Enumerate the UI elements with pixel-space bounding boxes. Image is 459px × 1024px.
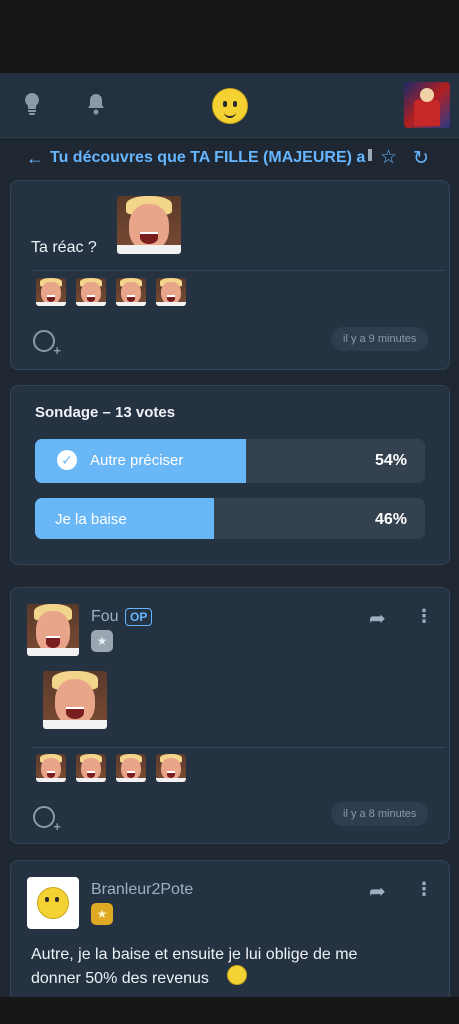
lightbulb-icon[interactable] (20, 91, 48, 119)
topic-title[interactable]: Tu découvres que TA FILLE (MAJEURE) a (50, 149, 365, 167)
app-logo-mascot[interactable] (212, 88, 248, 124)
divider (31, 270, 445, 271)
username[interactable]: Branleur2Pote (91, 881, 193, 899)
smiley-sticker-icon (227, 965, 247, 985)
post-time: il y a 9 minutes (331, 327, 429, 351)
reaction-sticker[interactable] (156, 754, 186, 782)
reaction-sticker[interactable] (36, 754, 66, 782)
reaction-sticker[interactable] (116, 754, 146, 782)
reply-card-1: Fou OP ★ ➦ ⋮ il y a 8 minutes (10, 587, 450, 844)
poll-option-1-percent: 54% (374, 452, 407, 469)
first-post-card: Ta réac ? il y a 9 minutes (10, 180, 450, 370)
reaction-sticker[interactable] (76, 754, 106, 782)
reply-card-2: Branleur2Pote ★ ➦ ⋮ Autre, je la baise e… (10, 860, 450, 1012)
reaction-sticker[interactable] (156, 278, 186, 306)
check-icon: ✓ (57, 450, 77, 470)
reaction-sticker[interactable] (36, 278, 66, 306)
reaction-sticker[interactable] (76, 278, 106, 306)
sticker-image (43, 671, 107, 729)
post-text: Ta réac ? (31, 239, 97, 256)
op-badge: OP (125, 608, 153, 626)
system-status-bar (0, 0, 459, 73)
username[interactable]: Fou (91, 608, 119, 626)
bell-icon[interactable] (84, 91, 112, 119)
more-options-icon[interactable]: ⋮ (415, 879, 433, 900)
user-avatar[interactable] (27, 604, 79, 656)
reaction-sticker[interactable] (116, 278, 146, 306)
poll-title: Sondage – 13 votes (35, 404, 176, 421)
title-truncation-mark (368, 149, 372, 161)
poll-option-1-label: Autre préciser (90, 452, 184, 469)
poll-option-2-label: Je la baise (55, 511, 127, 528)
top-app-bar (0, 73, 459, 138)
back-arrow-icon[interactable]: ← (26, 148, 44, 169)
add-reaction-icon[interactable] (33, 330, 61, 358)
post-time: il y a 8 minutes (331, 802, 429, 826)
poll-card: Sondage – 13 votes ✓ Autre préciser 54% … (10, 385, 450, 565)
user-avatar[interactable] (404, 82, 450, 128)
poll-option-2[interactable]: Je la baise 46% (35, 498, 425, 539)
share-icon[interactable]: ➦ (369, 606, 386, 631)
user-avatar[interactable] (27, 877, 79, 929)
refresh-icon[interactable]: ↻ (413, 147, 429, 170)
share-icon[interactable]: ➦ (369, 879, 386, 904)
poll-option-1[interactable]: ✓ Autre préciser 54% (35, 439, 425, 483)
rank-star-icon: ★ (91, 630, 113, 652)
add-reaction-icon[interactable] (33, 806, 61, 834)
divider (31, 747, 445, 748)
post-text: Autre, je la baise et ensuite je lui obl… (31, 946, 358, 987)
topic-header: ← Tu découvres que TA FILLE (MAJEURE) a … (0, 138, 459, 178)
star-icon[interactable]: ☆ (380, 146, 397, 169)
rank-star-icon: ★ (91, 903, 113, 925)
system-nav-bar (0, 997, 459, 1024)
sticker-image (117, 196, 181, 254)
more-options-icon[interactable]: ⋮ (415, 606, 433, 627)
poll-option-2-percent: 46% (374, 511, 407, 528)
